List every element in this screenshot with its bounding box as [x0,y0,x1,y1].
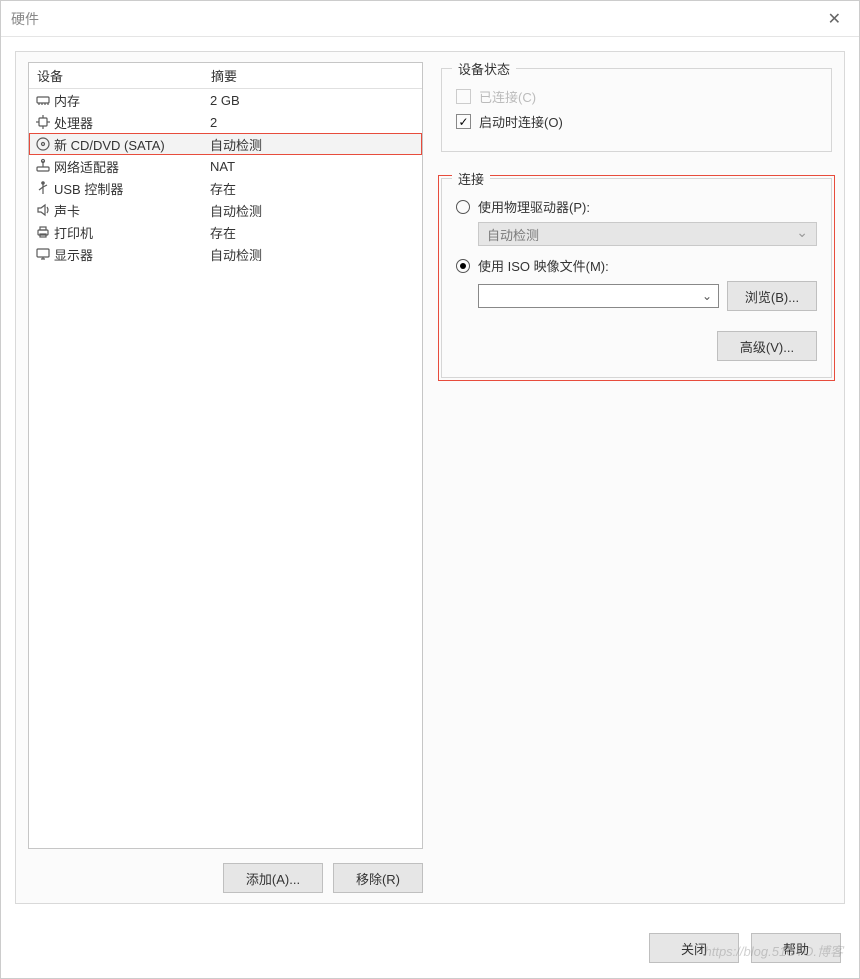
device-summary: 2 GB [208,93,422,108]
iso-file-label: 使用 ISO 映像文件(M): [478,256,609,275]
printer-icon [32,224,54,240]
device-name: 内存 [54,91,208,110]
col-summary-header: 摘要 [209,66,422,85]
content-panel: 设备 摘要 内存2 GB处理器2新 CD/DVD (SATA)自动检测网络适配器… [15,51,845,904]
right-column: 设备状态 已连接(C) 启动时连接(O) 连接 [441,62,832,849]
device-name: 打印机 [54,223,208,242]
device-row[interactable]: 处理器2 [29,111,422,133]
network-icon [32,158,54,174]
add-button[interactable]: 添加(A)... [223,863,323,893]
device-table-header: 设备 摘要 [29,63,422,89]
connect-at-power-on-label: 启动时连接(O) [479,112,563,131]
monitor-icon [32,246,54,262]
columns: 设备 摘要 内存2 GB处理器2新 CD/DVD (SATA)自动检测网络适配器… [28,62,832,849]
col-device-header: 设备 [29,66,209,85]
device-name: 新 CD/DVD (SATA) [54,135,208,154]
device-table[interactable]: 设备 摘要 内存2 GB处理器2新 CD/DVD (SATA)自动检测网络适配器… [28,62,423,849]
device-row[interactable]: 打印机存在 [29,221,422,243]
physical-drive-dropdown: 自动检测 [478,222,817,246]
device-summary: 自动检测 [208,135,422,154]
device-row[interactable]: 显示器自动检测 [29,243,422,265]
physical-drive-dropdown-value: 自动检测 [487,225,539,244]
connected-checkbox [456,89,471,104]
device-summary: 自动检测 [208,201,422,220]
advanced-row: 高级(V)... [456,331,817,361]
device-row[interactable]: 网络适配器NAT [29,155,422,177]
hardware-dialog: 硬件 ✕ 设备 摘要 内存2 GB处理器2新 CD/DVD (SATA)自动检测… [0,0,860,979]
window-title: 硬件 [11,9,820,29]
device-name: 声卡 [54,201,208,220]
left-column: 设备 摘要 内存2 GB处理器2新 CD/DVD (SATA)自动检测网络适配器… [28,62,423,849]
device-row[interactable]: 声卡自动检测 [29,199,422,221]
device-summary: NAT [208,159,422,174]
device-status-legend: 设备状态 [452,59,516,78]
device-row[interactable]: USB 控制器存在 [29,177,422,199]
memory-icon [32,92,54,108]
left-button-row: 添加(A)... 移除(R) [28,863,423,893]
iso-path-combobox[interactable]: ⌄ [478,284,719,308]
device-name: 处理器 [54,113,208,132]
connection-group: 连接 使用物理驱动器(P): 自动检测 使用 ISO 映像文件(M): [441,178,832,378]
help-button[interactable]: 帮助 [751,933,841,963]
browse-button[interactable]: 浏览(B)... [727,281,817,311]
physical-drive-radio[interactable] [456,200,470,214]
connect-at-power-on-row[interactable]: 启动时连接(O) [456,112,817,131]
chevron-down-icon: ⌄ [702,289,712,303]
close-icon[interactable]: ✕ [820,5,849,33]
device-name: 网络适配器 [54,157,208,176]
close-button[interactable]: 关闭 [649,933,739,963]
usb-icon [32,180,54,196]
physical-drive-label: 使用物理驱动器(P): [478,197,590,216]
connection-legend: 连接 [452,169,490,188]
connected-label: 已连接(C) [479,87,536,106]
device-summary: 2 [208,115,422,130]
device-row[interactable]: 内存2 GB [29,89,422,111]
iso-input-row: ⌄ 浏览(B)... [478,281,817,311]
device-summary: 存在 [208,179,422,198]
cpu-icon [32,114,54,130]
device-name: USB 控制器 [54,179,208,198]
device-name: 显示器 [54,245,208,264]
titlebar: 硬件 ✕ [1,1,859,37]
body-area: 设备 摘要 内存2 GB处理器2新 CD/DVD (SATA)自动检测网络适配器… [1,37,859,918]
device-summary: 自动检测 [208,245,422,264]
physical-drive-row[interactable]: 使用物理驱动器(P): [456,197,817,216]
device-summary: 存在 [208,223,422,242]
device-row[interactable]: 新 CD/DVD (SATA)自动检测 [29,133,422,155]
footer-bar: 关闭 帮助 [1,918,859,978]
remove-button[interactable]: 移除(R) [333,863,423,893]
connected-checkbox-row: 已连接(C) [456,87,817,106]
iso-file-radio[interactable] [456,259,470,273]
device-status-group: 设备状态 已连接(C) 启动时连接(O) [441,68,832,152]
connect-at-power-on-checkbox[interactable] [456,114,471,129]
iso-file-row[interactable]: 使用 ISO 映像文件(M): [456,256,817,275]
advanced-button[interactable]: 高级(V)... [717,331,817,361]
sound-icon [32,202,54,218]
disc-icon [32,136,54,152]
